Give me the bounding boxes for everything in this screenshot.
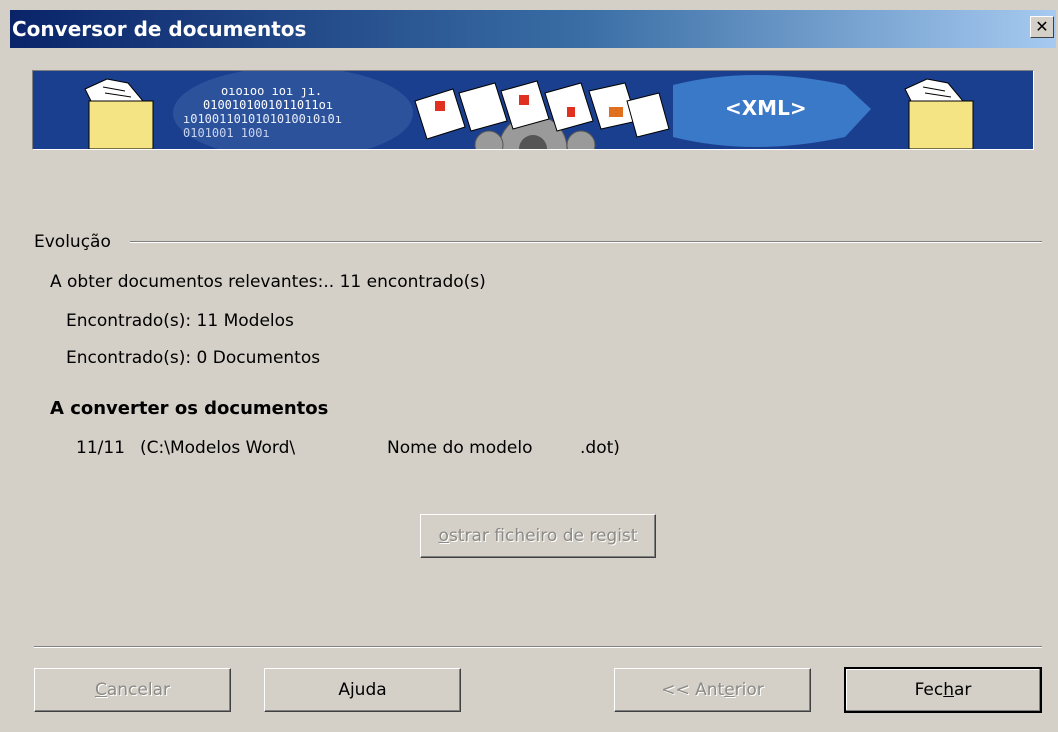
close-button[interactable]: Fec h ar xyxy=(844,667,1042,713)
converting-heading: A converter os documentos xyxy=(50,398,329,419)
svg-text:0100101001011011oı: 0100101001011011oı xyxy=(203,98,333,112)
svg-text:0101001 100ı: 0101001 100ı xyxy=(183,126,270,140)
svg-text:oıoıoo ıoı ȷı.: oıoıoo ıoı ȷı. xyxy=(221,84,322,98)
banner-graphic: oıoıoo ıoı ȷı. 0100101001011011oı ı01001… xyxy=(33,71,1033,149)
status-documents-found: Encontrado(s): 0 Documentos xyxy=(66,348,321,368)
window-title: Conversor de documentos xyxy=(12,17,307,41)
svg-text:ı0100110101010100ı0ı0ı: ı0100110101010100ı0ı0ı xyxy=(183,112,342,126)
close-icon: ✕ xyxy=(1035,17,1049,36)
title-bar: Conversor de documentos ✕ xyxy=(10,10,1056,48)
button-separator xyxy=(34,646,1042,648)
status-templates-found: Encontrado(s): 11 Modelos xyxy=(66,311,294,331)
current-item-extension: .dot) xyxy=(580,438,620,458)
header-banner: oıoıoo ıoı ȷı. 0100101001011011oı ı01001… xyxy=(32,70,1034,150)
xml-arrow-graphic: <XML> xyxy=(673,75,871,147)
current-item-counter: 11/11 xyxy=(76,438,125,458)
help-button[interactable]: Ajuda xyxy=(264,668,461,712)
show-log-file-button[interactable]: o strar ficheiro de regist xyxy=(420,514,656,558)
progress-group-label: Evolução xyxy=(34,232,111,252)
back-button[interactable]: << Ant e rior xyxy=(614,668,811,712)
progress-group-divider xyxy=(130,241,1042,243)
close-window-button[interactable]: ✕ xyxy=(1030,16,1054,38)
xml-label: <XML> xyxy=(725,96,807,120)
current-item-path: (C:\Modelos Word\ xyxy=(140,438,296,458)
current-item-name: Nome do modelo xyxy=(387,438,533,458)
status-relevant-documents: A obter documentos relevantes:.. 11 enco… xyxy=(50,272,486,292)
cancel-button[interactable]: Cancelar xyxy=(34,668,231,712)
binary-stream-graphic: oıoıoo ıoı ȷı. 0100101001011011oı ı01001… xyxy=(173,71,413,149)
